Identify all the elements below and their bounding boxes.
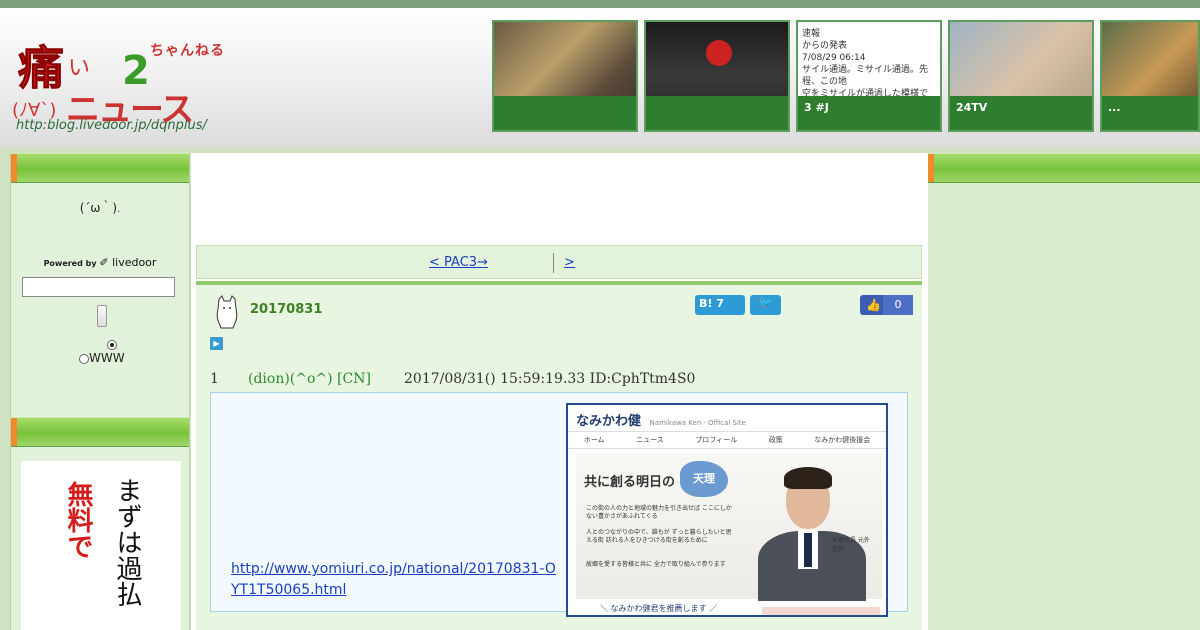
embedded-screenshot: なみかわ健 Namikawa Ken · Offical Site ホーム ニュ…: [566, 403, 888, 617]
main-content: < PAC3→ > 20170831 B! 7 🐦 👍 0 ▶ 1 (dion)…: [191, 153, 928, 630]
logo-kanji: 痛: [18, 41, 65, 96]
search-button[interactable]: [97, 305, 107, 327]
screenshot-person-title: 天理市長 元外交官: [832, 537, 870, 553]
thumbnail-1[interactable]: [492, 20, 638, 132]
hatena-count: 7: [716, 297, 724, 310]
hatena-icon: B!: [699, 297, 713, 310]
sidebar-face: (´ω｀).: [11, 199, 189, 216]
screenshot-site-sub: Namikawa Ken · Offical Site: [649, 419, 746, 427]
portrait-tie: [804, 533, 812, 567]
screenshot-portrait: [750, 459, 874, 601]
screenshot-map: 天理: [680, 461, 728, 497]
ad-col2: まずは過払: [112, 477, 142, 607]
radio-www[interactable]: WWW: [79, 351, 189, 365]
radio-blog[interactable]: [79, 337, 189, 351]
ad-text-black: まずは過払: [111, 477, 181, 615]
sidebar-header-bar-2: [11, 417, 189, 447]
logo-url: http:blog.livedoor.jp/dqnplus/: [16, 118, 207, 133]
source-link[interactable]: http://www.yomiuri.co.jp/national/201708…: [231, 559, 561, 601]
powered-by-livedoor[interactable]: Powered by ✐ livedoor: [11, 256, 189, 269]
search-input[interactable]: [22, 277, 175, 297]
header-top-stripe: [0, 0, 1200, 8]
screenshot-menu-item: ニュース: [636, 436, 664, 444]
screenshot-paragraph-3: 故郷を愛する皆様と共に 全力で取り組んで参ります: [586, 561, 726, 568]
site-logo[interactable]: 痛 い 2 ちゃんねる ニュース (ﾉ∀`) http:blog.livedoo…: [10, 26, 240, 141]
sidebar-face-dot: .: [117, 204, 121, 215]
post-author: (dion)(^o^) [CN]: [248, 371, 371, 387]
thumbnail-caption: ...: [1102, 96, 1198, 130]
thumbnail-5[interactable]: ...: [1100, 20, 1200, 132]
facebook-like-button[interactable]: 👍 0: [860, 295, 913, 315]
screenshot-menu: ホーム ニュース プロフィール 政策 なみかわ健後援会: [568, 431, 886, 449]
hatena-bookmark-button[interactable]: B! 7: [695, 295, 745, 315]
next-article-link[interactable]: >: [564, 255, 708, 270]
screenshot-site-header: なみかわ健 Namikawa Ken · Offical Site: [568, 405, 886, 431]
sidebar-ad-banner[interactable]: 無料で まずは過払: [21, 461, 181, 630]
post-number: 1: [210, 371, 219, 387]
article-title: 20170831: [250, 302, 323, 317]
livedoor-label: livedoor: [112, 256, 157, 269]
screenshot-menu-item: 政策: [768, 436, 783, 444]
post-date: 2017/08/31() 15:59:19.33 ID:CphTtm4S0: [404, 371, 696, 387]
thumbnail-figure-icon: [706, 40, 732, 66]
thumbnail-caption: [494, 96, 636, 130]
avatar-icon: [216, 295, 238, 329]
screenshot-slogan: 共に創る明日の: [584, 475, 676, 490]
screenshot-menu-item: プロフィール: [695, 436, 738, 444]
radio-www-label: WWW: [89, 351, 125, 365]
thumbnail-caption: [646, 96, 788, 130]
article: 20170831 B! 7 🐦 👍 0 ▶ 1 (dion)(^o^) [CN]…: [196, 281, 922, 630]
article-nav: < PAC3→ >: [196, 245, 922, 279]
radio-www-dot[interactable]: [79, 353, 89, 364]
sidebar-header-bar: [11, 153, 189, 183]
screenshot-bottom-text: ＼ なみかわ健君を推薦します ／: [600, 604, 718, 613]
search-scope-radios: WWW: [79, 337, 189, 365]
right-sidebar: [928, 153, 1200, 630]
thumbnail-caption: 3 #J: [798, 96, 940, 130]
site-header: 痛 い 2 ちゃんねる ニュース (ﾉ∀`) http:blog.livedoo…: [0, 0, 1200, 148]
play-icon[interactable]: ▶: [210, 337, 223, 350]
top-ad-space: [191, 153, 928, 245]
powered-by-label: Powered by: [43, 259, 97, 268]
screenshot-bottom: ＼ なみかわ健君を推薦します ／: [568, 603, 886, 615]
like-thumb-icon: 👍: [866, 298, 881, 312]
post-body: http://www.yomiuri.co.jp/national/201708…: [210, 392, 908, 617]
facebook-like-count: 0: [883, 295, 913, 315]
thumbnail-caption: 24TV: [950, 96, 1092, 130]
logo-hiragana: い: [68, 56, 91, 81]
livedoor-logo: ✐ livedoor: [99, 256, 157, 269]
thumbnail-3[interactable]: 速報 からの発表 7/08/29 06:14 サイル通過。ミサイル通過。先程、こ…: [796, 20, 942, 132]
ad-col1: 無料で: [63, 481, 93, 559]
screenshot-paragraph-2: 人とのつながりの中で、誰もが ずっと暮らしたいと思える街 訪れる人をひきつける街…: [586, 529, 732, 544]
logo-chan: ちゃんねる: [150, 43, 225, 59]
thumbnail-2[interactable]: [644, 20, 790, 132]
post-header: 1 (dion)(^o^) [CN] 2017/08/31() 15:59:19…: [210, 371, 695, 387]
twitter-share-button[interactable]: 🐦: [750, 295, 781, 315]
thumbnail-4[interactable]: 24TV: [948, 20, 1094, 132]
radio-blog-dot[interactable]: [107, 339, 117, 350]
screenshot-hero: 共に創る明日の 天理 この街の人の力と地域の魅力を引き出せば ここにしかない豊か…: [576, 453, 882, 601]
portrait-hair: [784, 467, 832, 489]
nav-separator: [553, 253, 554, 273]
prev-article-link[interactable]: < PAC3→: [429, 255, 541, 270]
right-sidebar-header-bar: [928, 153, 1200, 183]
screenshot-paragraph-1: この街の人の力と地域の魅力を引き出せば ここにしかない豊かさがあふれてくる: [586, 505, 732, 520]
sidebar-face-text: (´ω｀): [79, 201, 118, 215]
screenshot-bottom-pill: [762, 607, 880, 615]
header-thumbnail-strip: 速報 からの発表 7/08/29 06:14 サイル通過。ミサイル通過。先程、こ…: [492, 20, 1200, 140]
screenshot-menu-item: ホーム: [583, 436, 605, 444]
screenshot-menu-item: なみかわ健後援会: [814, 436, 871, 444]
left-sidebar: (´ω｀). Powered by ✐ livedoor WWW 無料で まずは…: [10, 153, 190, 630]
screenshot-site-name: なみかわ健: [576, 414, 642, 429]
twitter-bird-icon: 🐦: [758, 295, 773, 309]
